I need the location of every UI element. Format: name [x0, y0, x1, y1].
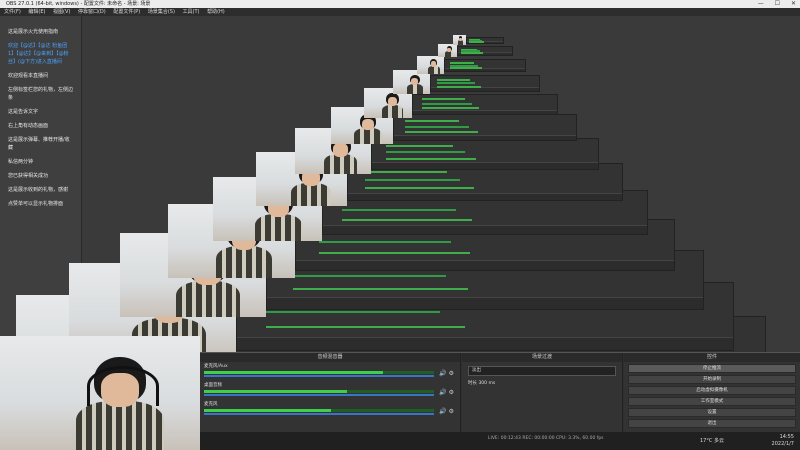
start-recording-button[interactable]: 开始录制 — [628, 375, 796, 384]
controls-dock: 控件 停止推流 开始录制 启动虚拟摄像机 工作室模式 设置 退出 — [624, 353, 800, 433]
webcam-feed-mirror — [392, 70, 430, 94]
chat-line: 欢迎观看本直播间 — [8, 73, 49, 79]
speaker-icon[interactable]: 🔊 — [439, 389, 446, 396]
speaker-icon[interactable]: 🔊 — [439, 408, 446, 415]
status-bar: LIVE: 00:12:43 REC: 00:00:00 CPU: 3.3%, … — [488, 436, 604, 441]
volume-slider[interactable] — [204, 375, 434, 377]
chat-line: 右上角有动态画面 — [8, 123, 49, 129]
clock-time: 14:55 — [779, 434, 794, 440]
scene-transitions: 场景过渡 淡出 时长 300 ms — [462, 353, 623, 433]
gear-icon[interactable]: ⚙ — [449, 370, 454, 377]
system-clock[interactable]: 14:55 2022/1/7 — [772, 434, 794, 448]
preview-layer — [465, 36, 505, 44]
preview-layer — [456, 46, 514, 56]
transition-select[interactable]: 淡出 — [468, 366, 616, 376]
exit-button[interactable]: 退出 — [628, 419, 796, 428]
gear-icon[interactable]: ⚙ — [449, 408, 454, 415]
webcam-feed — [0, 336, 200, 450]
menu-file[interactable]: 文件(F) — [4, 9, 21, 15]
settings-button[interactable]: 设置 — [628, 408, 796, 417]
gear-icon[interactable]: ⚙ — [449, 389, 454, 396]
preview-layer — [371, 137, 599, 170]
menu-bar: 文件(F) 编辑(E) 视图(V) 停靠窗口(D) 配置文件(P) 场景集合(S… — [0, 8, 800, 16]
chat-line: 左侧标签栏您的礼物，左侧边条 — [8, 87, 74, 101]
channel-name: 麦克风 — [204, 402, 218, 407]
chat-line: 欢迎【@达】【@达 粉鱼团 1】【@达】【@来到】【@粉丝】(@下方)进入直播间 — [8, 43, 69, 65]
chat-line: 这是告诉文字 — [8, 109, 39, 115]
chat-line: 这是展示火光使用指南 — [8, 29, 59, 35]
preview-layer — [429, 75, 541, 92]
duration-value[interactable]: 300 ms — [478, 381, 495, 386]
mixer-channel: 桌面音频 🔊 ⚙ — [204, 383, 456, 400]
preview-layer — [392, 114, 578, 142]
transition-duration: 时长 300 ms — [468, 380, 616, 386]
close-button[interactable]: ✕ — [791, 0, 796, 7]
volume-slider[interactable] — [204, 413, 434, 415]
volume-meter — [204, 371, 434, 374]
weather-widget[interactable]: 17°C 多云 — [700, 437, 724, 444]
minimize-button[interactable]: — — [758, 0, 764, 7]
virtual-camera-button[interactable]: 启动虚拟摄像机 — [628, 386, 796, 395]
window-title: OBS 27.0.1 (64-bit, windows) - 配置文件: 未命名… — [6, 1, 151, 7]
volume-meter — [204, 390, 434, 393]
mixer-title: 音频混音器 — [200, 353, 460, 362]
channel-name: 桌面音频 — [204, 383, 222, 388]
menu-profile[interactable]: 配置文件(P) — [113, 9, 140, 15]
taskbar: LIVE: 00:12:43 REC: 00:00:00 CPU: 3.3%, … — [200, 432, 800, 450]
webcam-feed-mirror — [437, 43, 457, 57]
maximize-button[interactable]: ☐ — [775, 0, 780, 7]
mixer-channel: 麦克风/Aux 🔊 ⚙ — [204, 364, 456, 381]
clock-date: 2022/1/7 — [771, 441, 794, 447]
duration-label: 时长 — [468, 381, 477, 386]
speaker-icon[interactable]: 🔊 — [439, 370, 446, 377]
menu-view[interactable]: 视图(V) — [53, 9, 70, 15]
controls-title: 控件 — [624, 353, 800, 362]
chat-line: 这是展示弹幕、推荐开播/收藏 — [8, 137, 70, 151]
chat-line: 点赞单可以显示礼物排面 — [8, 201, 64, 207]
webcam-feed-mirror — [417, 55, 445, 74]
bottom-dock: 音频混音器 麦克风/Aux 🔊 ⚙ 桌面音频 🔊 ⚙ 麦克风 🔊 ⚙ 场景过渡 … — [200, 352, 800, 433]
chat-line: 这是展示收到的礼物，感谢 — [8, 187, 69, 193]
audio-mixer: 音频混音器 麦克风/Aux 🔊 ⚙ 桌面音频 🔊 ⚙ 麦克风 🔊 ⚙ — [200, 353, 461, 433]
mixer-channel: 麦克风 🔊 ⚙ — [204, 402, 456, 419]
channel-name: 麦克风/Aux — [204, 364, 228, 369]
stop-streaming-button[interactable]: 停止推流 — [628, 364, 796, 373]
chat-line: 私信两分钟 — [8, 159, 34, 165]
volume-slider[interactable] — [204, 394, 434, 396]
transitions-title: 场景过渡 — [462, 353, 622, 362]
window-titlebar: OBS 27.0.1 (64-bit, windows) - 配置文件: 未命名… — [0, 0, 800, 8]
menu-help[interactable]: 帮助(H) — [207, 9, 225, 15]
studio-mode-button[interactable]: 工作室模式 — [628, 397, 796, 406]
window-controls: — ☐ ✕ — [749, 0, 796, 8]
preview-layer — [412, 93, 558, 115]
menu-docks[interactable]: 停靠窗口(D) — [78, 9, 106, 15]
menu-scene-collection[interactable]: 场景集合(S) — [148, 9, 175, 15]
menu-edit[interactable]: 编辑(E) — [28, 9, 45, 15]
chat-line: 您已获得相关成功 — [8, 173, 49, 179]
menu-tools[interactable]: 工具(T) — [183, 9, 200, 15]
volume-meter — [204, 409, 434, 412]
preview-layer — [444, 59, 526, 72]
webcam-feed-mirror — [452, 34, 466, 45]
